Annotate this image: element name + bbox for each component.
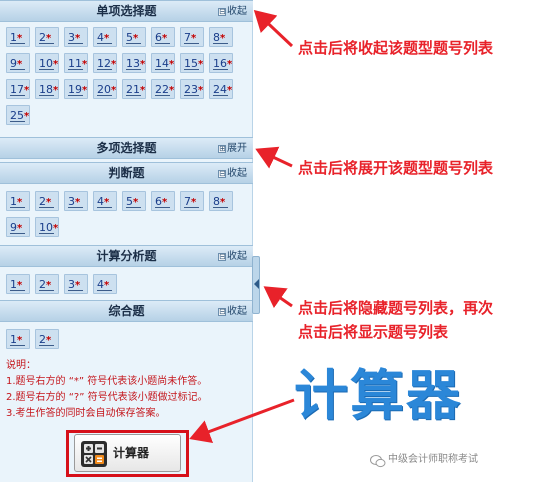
annotation-collapse: 点击后将收起该题型题号列表	[298, 39, 494, 57]
arrow-to-calculator	[189, 398, 295, 443]
annotation-expand: 点击后将展开该题型题号列表	[298, 159, 494, 177]
annotation-arrows	[189, 9, 295, 443]
annotation-hide-line-1: 点击后将隐藏题号列表，再次	[298, 299, 494, 317]
arrow-to-handle	[263, 286, 293, 309]
annotation-calculator: 计算器	[294, 364, 462, 427]
watermark-text: 中级会计师职称考试	[388, 454, 478, 465]
arrow-to-expand	[255, 146, 293, 169]
arrow-to-collapse	[253, 9, 294, 48]
annotation-hide-line-2: 点击后将显示题号列表	[298, 323, 449, 341]
wechat-icon	[370, 453, 386, 468]
